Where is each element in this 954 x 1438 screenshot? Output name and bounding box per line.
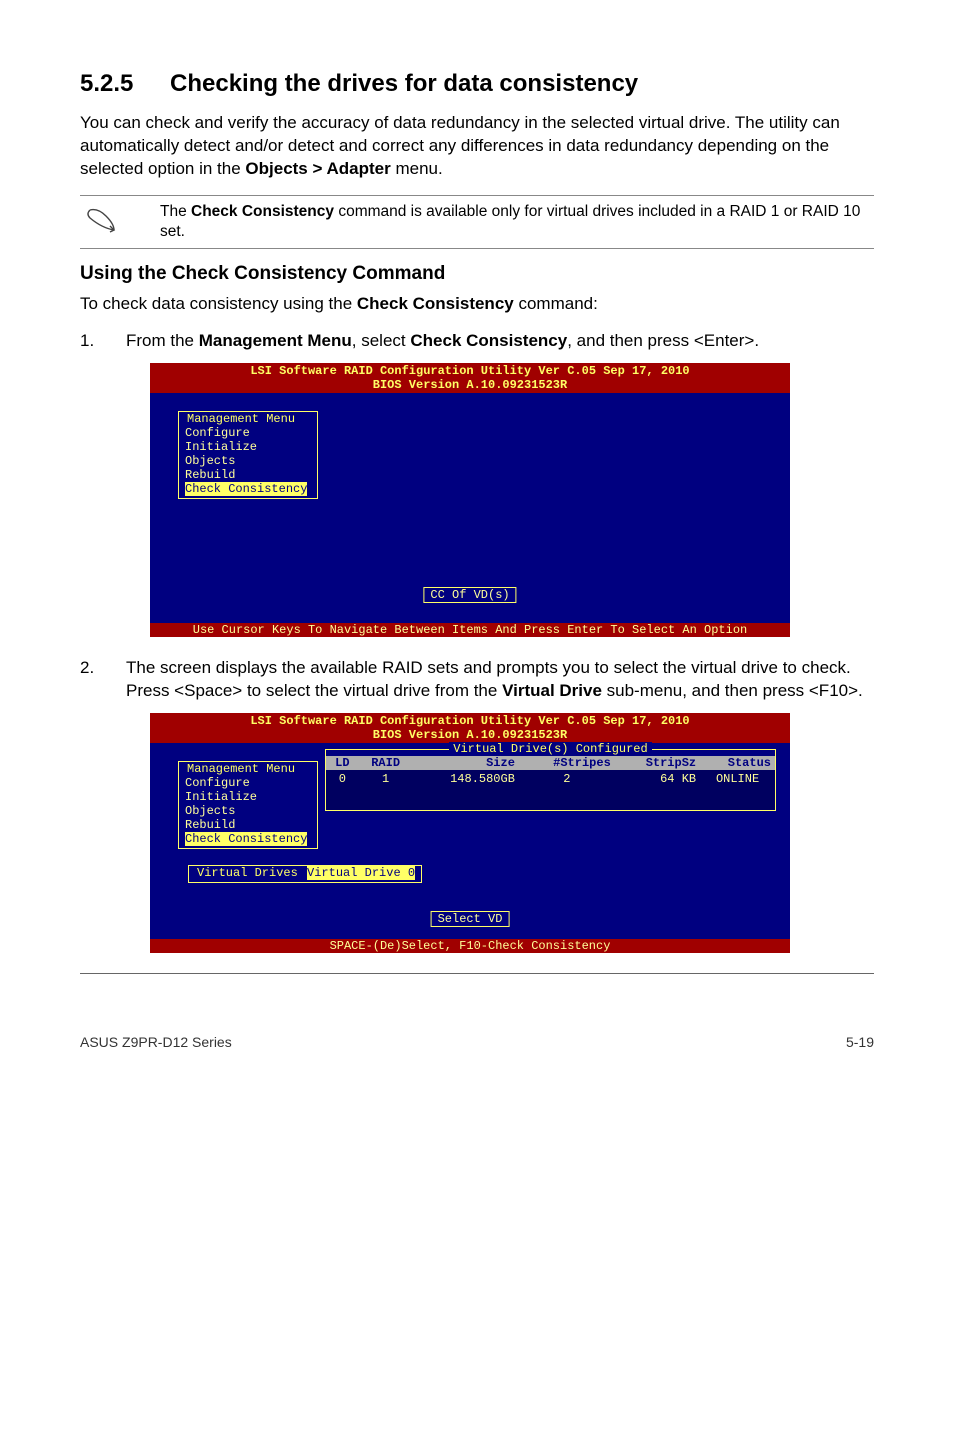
lead-post: command: — [514, 294, 598, 313]
bios-header-line1: LSI Software RAID Configuration Utility … — [150, 364, 790, 378]
vd-table-frame: Virtual Drive(s) Configured LD RAID Size… — [325, 749, 776, 811]
vd-th-stripes: #Stripes — [519, 756, 615, 770]
step-1-text: From the Management Menu, select Check C… — [126, 330, 874, 353]
menu-objects[interactable]: Objects — [185, 454, 311, 468]
virtual-drive-0[interactable]: Virtual Drive 0 — [307, 866, 415, 880]
management-menu-box: Management Menu Configure Initialize Obj… — [178, 411, 318, 499]
bios-footer-1: Use Cursor Keys To Navigate Between Item… — [150, 623, 790, 637]
s1-b2: Check Consistency — [410, 331, 567, 350]
intro-text-post: menu. — [391, 159, 443, 178]
vd-td-ld: 0 — [326, 770, 359, 810]
vd-td-stripes: 2 — [519, 770, 615, 810]
note-pre: The — [160, 203, 191, 220]
note-text: The Check Consistency command is availab… — [128, 202, 874, 242]
section-title-text: Checking the drives for data consistency — [170, 70, 638, 97]
menu-configure[interactable]: Configure — [185, 426, 311, 440]
status-cc-of-vd: CC Of VD(s) — [423, 587, 516, 603]
note-icon — [80, 202, 128, 239]
footer-left: ASUS Z9PR-D12 Series — [80, 1034, 232, 1050]
menu-check-consistency-2[interactable]: Check Consistency — [185, 832, 307, 846]
s1-b1: Management Menu — [199, 331, 352, 350]
intro-text-pre: You can check and verify the accuracy of… — [80, 113, 840, 178]
step-1: 1. From the Management Menu, select Chec… — [80, 330, 874, 353]
lead-bold: Check Consistency — [357, 294, 514, 313]
lead-paragraph: To check data consistency using the Chec… — [80, 293, 874, 316]
vd-th-size: Size — [413, 756, 519, 770]
s2-post: sub-menu, and then press <F10>. — [602, 681, 863, 700]
step-2-text: The screen displays the available RAID s… — [126, 657, 874, 703]
virtual-drives-title: Virtual Drives — [195, 866, 300, 880]
vd-td-stripsz: 64 KB — [615, 770, 700, 810]
subheading: Using the Check Consistency Command — [80, 263, 874, 285]
s1-pre: From the — [126, 331, 199, 350]
footer-right: 5-19 — [846, 1034, 874, 1050]
management-menu-title: Management Menu — [185, 412, 297, 426]
note-bold: Check Consistency — [191, 203, 334, 220]
vd-td-status: ONLINE — [700, 770, 775, 810]
s2-b1: Virtual Drive — [502, 681, 602, 700]
step-2-num: 2. — [80, 657, 126, 703]
vd-table: LD RAID Size #Stripes StripSz Status 0 1… — [326, 756, 775, 810]
vd-th-stripsz: StripSz — [615, 756, 700, 770]
vd-td-raid: 1 — [359, 770, 413, 810]
bios-header2-line1: LSI Software RAID Configuration Utility … — [150, 714, 790, 728]
screenshot-1: LSI Software RAID Configuration Utility … — [150, 363, 874, 637]
bios-header-line2: BIOS Version A.10.09231523R — [150, 378, 790, 392]
management-menu-title-2: Management Menu — [185, 762, 297, 776]
intro-bold: Objects > Adapter — [245, 159, 390, 178]
section-number: 5.2.5 — [80, 70, 170, 98]
vd-th-raid: RAID — [359, 756, 413, 770]
bios-header: LSI Software RAID Configuration Utility … — [150, 363, 790, 393]
page-footer: ASUS Z9PR-D12 Series 5-19 — [80, 1034, 874, 1050]
menu-rebuild-2[interactable]: Rebuild — [185, 818, 311, 832]
vd-table-title: Virtual Drive(s) Configured — [326, 742, 775, 756]
virtual-drives-box: Virtual Drives Virtual Drive 0 — [188, 865, 422, 883]
vd-row-0[interactable]: 0 1 148.580GB 2 64 KB ONLINE — [326, 770, 775, 810]
intro-paragraph: You can check and verify the accuracy of… — [80, 112, 874, 181]
vd-th-status: Status — [700, 756, 775, 770]
menu-objects-2[interactable]: Objects — [185, 804, 311, 818]
footer-rule — [80, 973, 874, 974]
vd-td-size: 148.580GB — [413, 770, 519, 810]
menu-rebuild[interactable]: Rebuild — [185, 468, 311, 482]
menu-initialize-2[interactable]: Initialize — [185, 790, 311, 804]
menu-configure-2[interactable]: Configure — [185, 776, 311, 790]
s1-post: , and then press <Enter>. — [567, 331, 759, 350]
s1-mid: , select — [352, 331, 411, 350]
menu-check-consistency[interactable]: Check Consistency — [185, 482, 307, 496]
bios-header-2: LSI Software RAID Configuration Utility … — [150, 713, 790, 743]
management-menu-box-2: Management Menu Configure Initialize Obj… — [178, 761, 318, 849]
step-1-num: 1. — [80, 330, 126, 353]
bios-footer-2: SPACE-(De)Select, F10-Check Consistency — [150, 939, 790, 953]
menu-initialize[interactable]: Initialize — [185, 440, 311, 454]
vd-table-title-text: Virtual Drive(s) Configured — [449, 742, 651, 756]
vd-th-ld: LD — [326, 756, 359, 770]
note-row: The Check Consistency command is availab… — [80, 195, 874, 249]
screenshot-2: LSI Software RAID Configuration Utility … — [150, 713, 874, 953]
bios-header2-line2: BIOS Version A.10.09231523R — [150, 728, 790, 742]
step-2: 2. The screen displays the available RAI… — [80, 657, 874, 703]
lead-pre: To check data consistency using the — [80, 294, 357, 313]
section-heading: 5.2.5Checking the drives for data consis… — [80, 70, 874, 98]
status-select-vd: Select VD — [431, 911, 510, 927]
